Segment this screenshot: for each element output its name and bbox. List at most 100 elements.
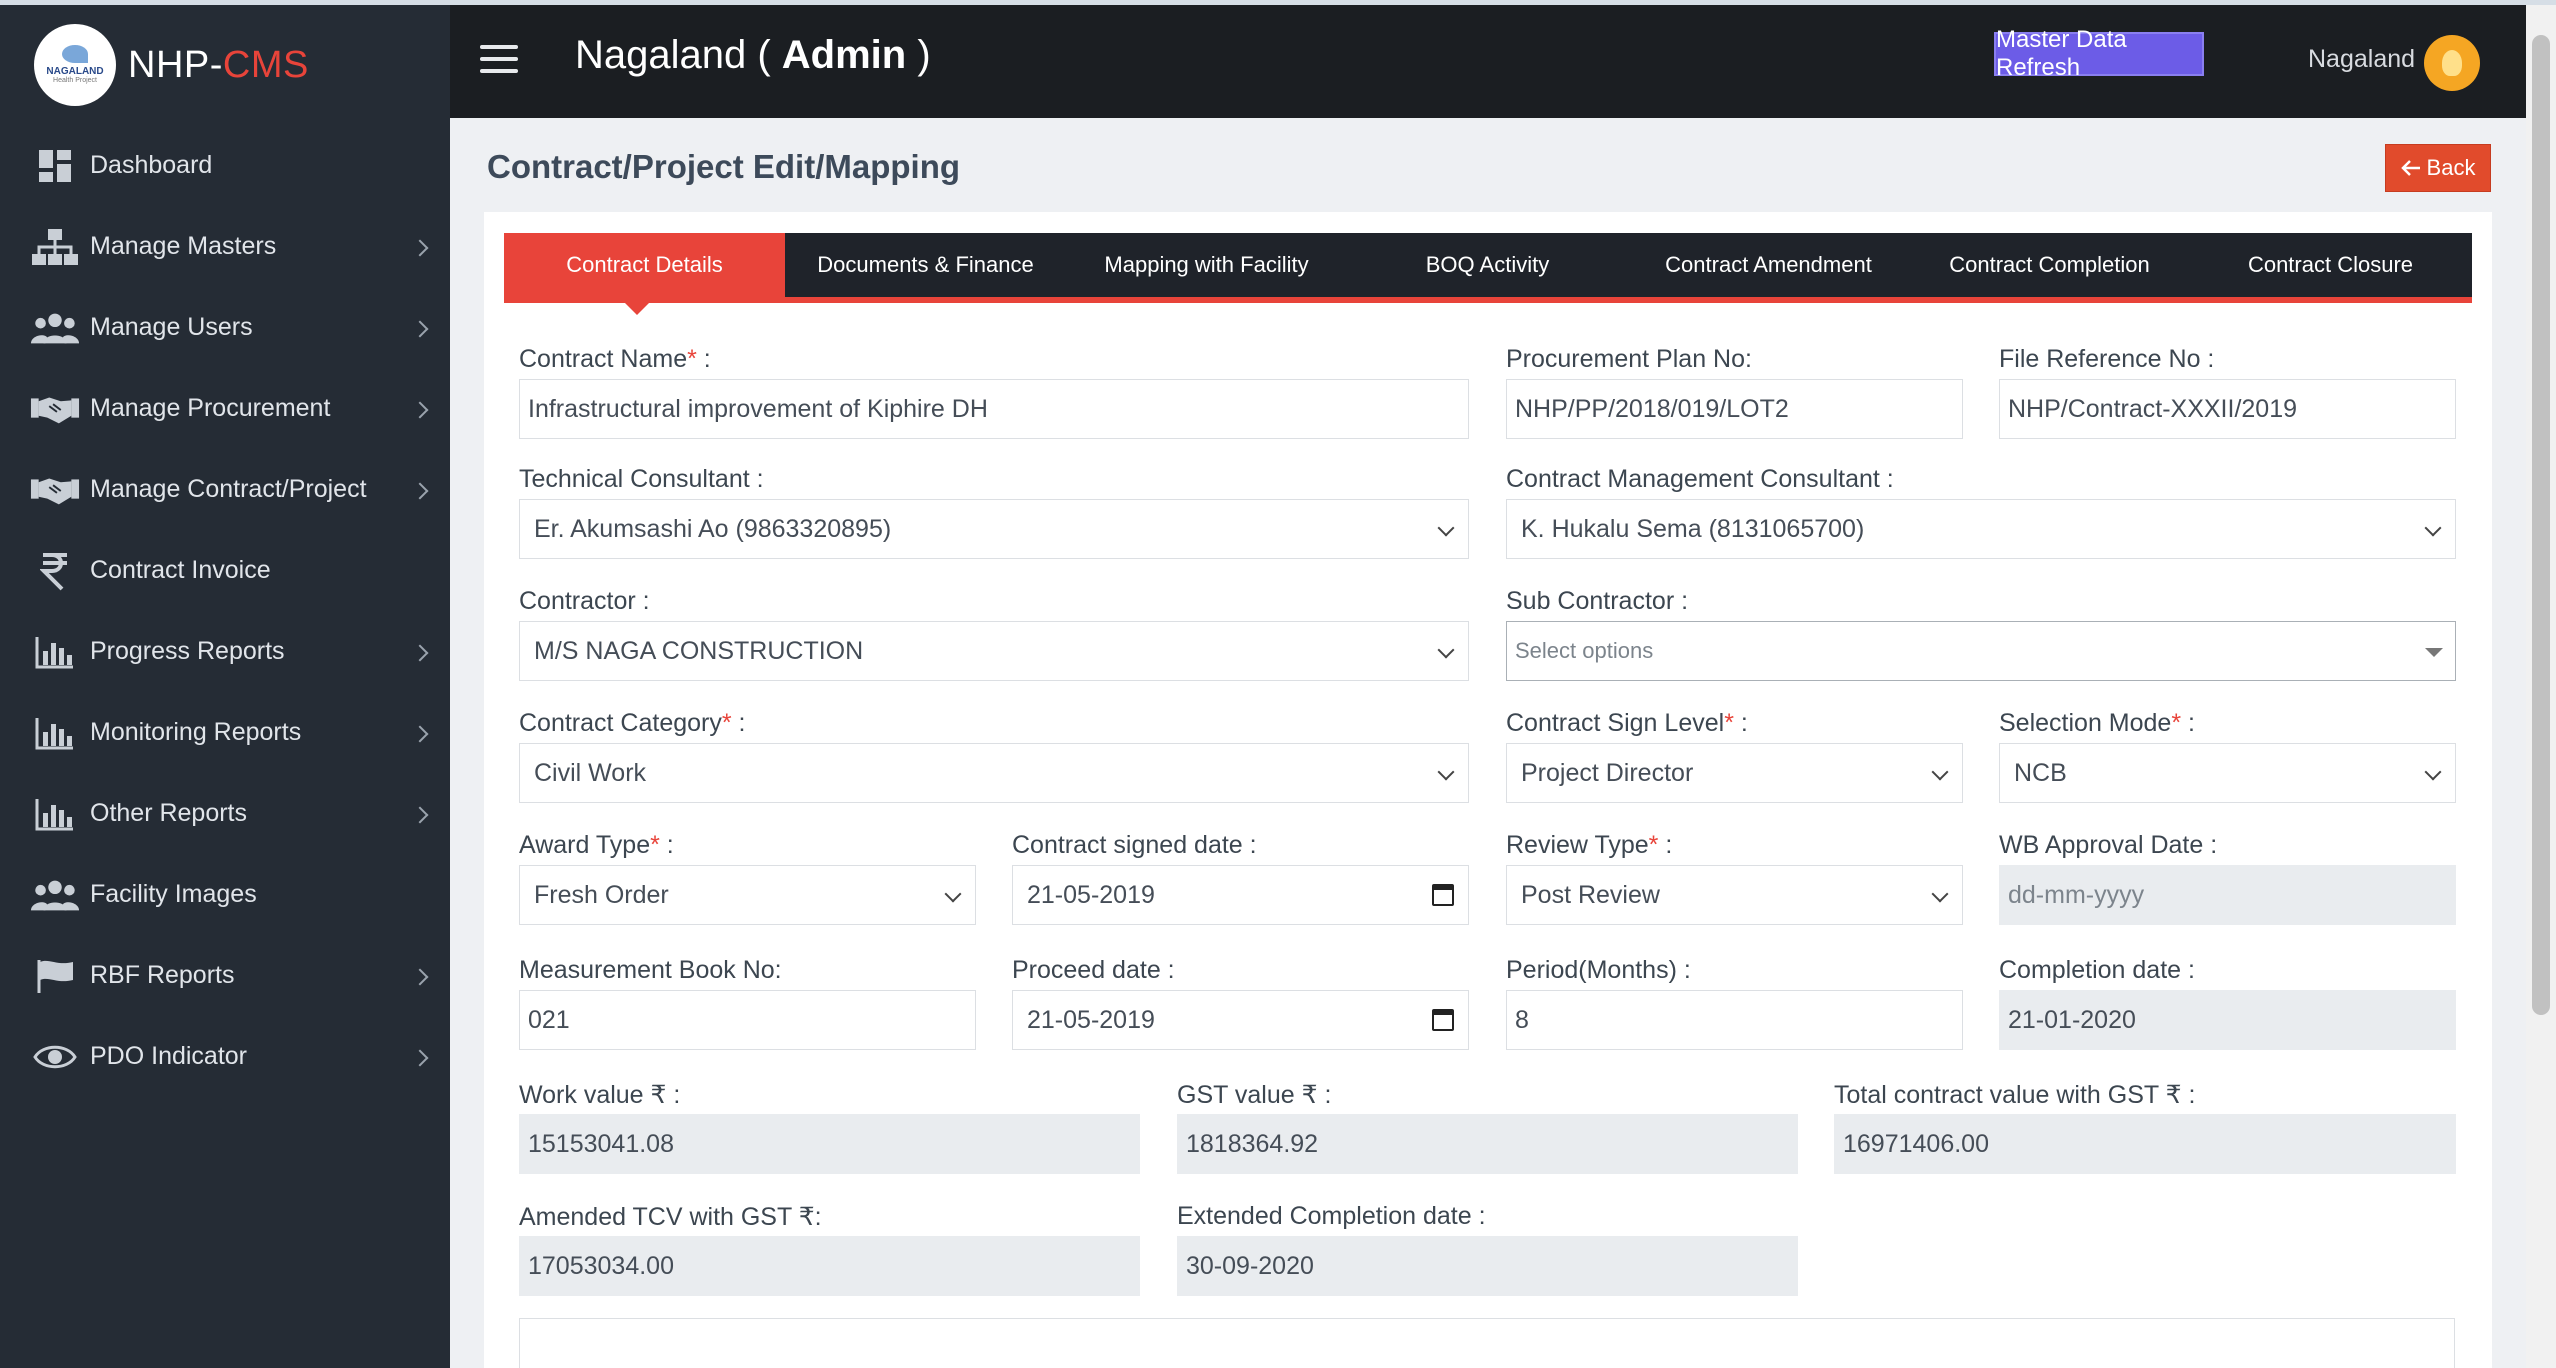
file-reference-group: File Reference No : NHP/Contract-XXXII/2… (1999, 345, 2456, 439)
work-value-group: Work value ₹ : 15153041.08 (519, 1080, 1140, 1174)
sidebar-item-label: Manage Users (90, 313, 253, 341)
master-data-refresh-button[interactable]: Master Data Refresh (1994, 26, 2204, 81)
sidebar-item-facility-images[interactable]: Facility Images (0, 854, 450, 935)
sidebar-item-label: PDO Indicator (90, 1042, 248, 1070)
sidebar-item-manage-procurement[interactable]: Manage Procurement (0, 368, 450, 449)
sidebar-item-pdo-indicator[interactable]: PDO Indicator (0, 1016, 450, 1097)
procurement-plan-group: Procurement Plan No: NHP/PP/2018/019/LOT… (1506, 345, 1963, 439)
tab-contract-closure[interactable]: Contract Closure (2190, 233, 2471, 297)
measurement-book-input[interactable]: 021 (519, 990, 976, 1050)
bar-chart-icon (30, 716, 80, 750)
sidebar-item-manage-users[interactable]: Manage Users (0, 287, 450, 368)
period-months-label: Period(Months) : (1506, 956, 1691, 984)
tab-contract-amendment[interactable]: Contract Amendment (1628, 233, 1909, 297)
sidebar-item-progress-reports[interactable]: Progress Reports (0, 611, 450, 692)
sidebar-item-label: Contract Invoice (90, 556, 271, 584)
calendar-icon[interactable] (1432, 884, 1454, 906)
sidebar-nav: Dashboard Manage Masters Manage Users Ma… (0, 125, 450, 1097)
review-type-select[interactable]: Post Review (1506, 865, 1963, 925)
select-value: K. Hukalu Sema (8131065700) (1521, 514, 1865, 543)
page-scrollbar[interactable] (2526, 5, 2556, 1368)
eye-icon (30, 1042, 80, 1072)
proceed-date-group: Proceed date : 21-05-2019 (1012, 956, 1469, 1050)
label-text: Contract Name (519, 345, 688, 373)
sidebar-item-contract-invoice[interactable]: Contract Invoice (0, 530, 450, 611)
sidebar-item-manage-masters[interactable]: Manage Masters (0, 206, 450, 287)
contract-name-label: Contract Name* : (519, 345, 1469, 379)
sidebar-item-dashboard[interactable]: Dashboard (0, 125, 450, 206)
handshake-icon (30, 473, 80, 507)
label-suffix: : (2181, 709, 2195, 737)
required-mark: * (650, 831, 660, 859)
rupee-icon (30, 551, 80, 591)
sub-contractor-multiselect[interactable]: Select options (1506, 621, 2456, 681)
contract-sign-level-select[interactable]: Project Director (1506, 743, 1963, 803)
remarks-textarea[interactable] (519, 1318, 2455, 1368)
sidebar-item-other-reports[interactable]: Other Reports (0, 773, 450, 854)
sidebar-item-rbf-reports[interactable]: RBF Reports (0, 935, 450, 1016)
back-button[interactable]: Back (2385, 144, 2491, 192)
contract-sign-level-group: Contract Sign Level* : Project Director (1506, 709, 1963, 803)
logo-subtext: Health Project (53, 77, 97, 85)
flag-icon (30, 958, 80, 994)
sidebar-item-label: Facility Images (90, 880, 257, 908)
period-months-input[interactable]: 8 (1506, 990, 1963, 1050)
chevron-down-icon (2424, 519, 2442, 537)
bar-chart-icon (30, 797, 80, 831)
extended-completion-input: 30-09-2020 (1177, 1236, 1798, 1296)
chevron-down-icon (1437, 763, 1455, 781)
contract-signed-date-input[interactable]: 21-05-2019 (1012, 865, 1469, 925)
sub-contractor-group: Sub Contractor : Select options (1506, 587, 2456, 681)
chevron-down-icon (1931, 763, 1949, 781)
page-title: Contract/Project Edit/Mapping (487, 148, 961, 185)
site-title-prefix: Nagaland ( (575, 33, 782, 77)
back-button-label: Back (2426, 155, 2476, 180)
completion-date-group: Completion date : 21-01-2020 (1999, 956, 2456, 1050)
handshake-icon (30, 392, 80, 426)
tab-contract-completion[interactable]: Contract Completion (1909, 233, 2190, 297)
file-reference-input[interactable]: NHP/Contract-XXXII/2019 (1999, 379, 2456, 439)
sidebar-item-monitoring-reports[interactable]: Monitoring Reports (0, 692, 450, 773)
wb-approval-date-input: dd-mm-yyyy (1999, 865, 2456, 925)
completion-date-label: Completion date : (1999, 956, 2195, 984)
contractor-select[interactable]: M/S NAGA CONSTRUCTION (519, 621, 1469, 681)
app-name: NHP-CMS (128, 44, 309, 87)
tab-documents-finance[interactable]: Documents & Finance (785, 233, 1066, 297)
technical-consultant-label: Technical Consultant : (519, 465, 764, 493)
sidebar-item-manage-contract-project[interactable]: Manage Contract/Project (0, 449, 450, 530)
procurement-plan-input[interactable]: NHP/PP/2018/019/LOT2 (1506, 379, 1963, 439)
select-value: NCB (2014, 758, 2067, 787)
scrollbar-thumb[interactable] (2532, 35, 2550, 1015)
avatar[interactable] (2424, 35, 2480, 91)
file-reference-label: File Reference No : (1999, 345, 2215, 373)
tab-contract-details[interactable]: Contract Details (504, 233, 785, 315)
brand[interactable]: NAGALAND Health Project NHP-CMS (0, 5, 450, 125)
sidebar-item-label: Monitoring Reports (90, 718, 302, 746)
chevron-right-icon (411, 806, 429, 824)
contract-category-select[interactable]: Civil Work (519, 743, 1469, 803)
user-name[interactable]: Nagaland (2308, 45, 2415, 74)
total-contract-value-input: 16971406.00 (1834, 1114, 2456, 1174)
contract-sign-level-label: Contract Sign Level* : (1506, 709, 1963, 743)
logo-text: NAGALAND (46, 66, 104, 78)
chevron-right-icon (411, 320, 429, 338)
contractor-label: Contractor : (519, 587, 650, 615)
selection-mode-select[interactable]: NCB (1999, 743, 2456, 803)
cmc-select[interactable]: K. Hukalu Sema (8131065700) (1506, 499, 2456, 559)
award-type-group: Award Type* : Fresh Order (519, 831, 976, 925)
sidebar-item-label: Dashboard (90, 151, 213, 179)
proceed-date-input[interactable]: 21-05-2019 (1012, 990, 1469, 1050)
calendar-icon[interactable] (1432, 1009, 1454, 1031)
tab-mapping-with-facility[interactable]: Mapping with Facility (1066, 233, 1347, 297)
contract-name-input[interactable]: Infrastructural improvement of Kiphire D… (519, 379, 1469, 439)
sidebar: NAGALAND Health Project NHP-CMS Dashboar… (0, 5, 450, 1368)
hamburger-menu-icon[interactable] (480, 45, 518, 73)
tab-boq-activity[interactable]: BOQ Activity (1347, 233, 1628, 297)
award-type-select[interactable]: Fresh Order (519, 865, 976, 925)
sidebar-item-label: Other Reports (90, 799, 248, 827)
technical-consultant-select[interactable]: Er. Akumsashi Ao (9863320895) (519, 499, 1469, 559)
label-text: Review Type (1506, 831, 1649, 859)
chevron-right-icon (411, 644, 429, 662)
chevron-right-icon (411, 401, 429, 419)
chevron-right-icon (411, 968, 429, 986)
